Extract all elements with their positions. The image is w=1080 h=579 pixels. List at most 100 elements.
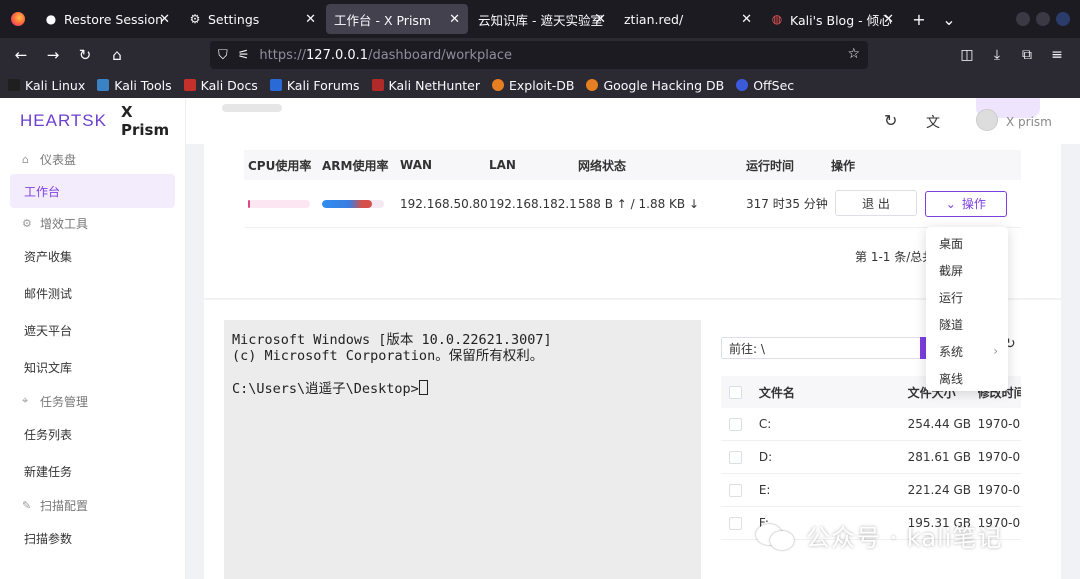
terminal[interactable]: Microsoft Windows [版本 10.0.22621.3007] (… [224, 320, 701, 579]
sidebar-item-knowledge-library[interactable]: 知识文库 [0, 349, 185, 386]
column-header: WAN [400, 158, 433, 172]
row-checkbox[interactable] [729, 450, 742, 464]
tab-settings[interactable]: ⚙ Settings ✕ [180, 4, 324, 34]
bookmarks-bar: Kali Linux Kali Tools Kali Docs Kali For… [0, 72, 1080, 98]
reload-icon[interactable]: ↻ [70, 40, 100, 70]
row-checkbox[interactable] [729, 483, 742, 497]
close-icon[interactable]: ✕ [449, 12, 460, 27]
user-name[interactable]: X prism [1006, 115, 1052, 129]
menu-group-tools[interactable]: ⚙ 增效工具 [0, 208, 185, 238]
close-icon[interactable]: ✕ [159, 12, 170, 27]
kali-docs-icon [183, 79, 196, 91]
sidebar-item-mail-test[interactable]: 邮件测试 [0, 275, 185, 312]
column-header: CPU使用率 [248, 158, 312, 173]
home-icon: ⌂ [22, 152, 29, 166]
firefox-menu-icon[interactable] [0, 0, 36, 38]
file-row[interactable]: C: 254.44 GB 1970-01-01 [721, 408, 1021, 441]
tab-label: Restore Session [64, 11, 164, 27]
bookmark-kali-tools[interactable]: Kali Tools [97, 78, 172, 93]
window-button[interactable] [1036, 12, 1050, 26]
avatar[interactable] [976, 109, 998, 131]
file-row[interactable]: D: 281.61 GB 1970-01-01 [721, 441, 1021, 474]
operations-dropdown-button[interactable]: ⌄ 操作 [924, 190, 1007, 217]
menu-item-desktop[interactable]: 桌面 [926, 230, 1008, 257]
tab-xprism[interactable]: 工作台 - X Prism ✕ [326, 4, 468, 34]
menu-item-offline[interactable]: 离线 [926, 365, 1008, 392]
row-checkbox[interactable] [729, 516, 742, 530]
sidebar-item-scan-params[interactable]: 扫描参数 [0, 520, 185, 557]
back-arrow-icon[interactable]: ← [6, 40, 36, 70]
close-icon[interactable]: ✕ [883, 12, 894, 27]
url-text[interactable]: https://127.0.0.1/dashboard/workplace [259, 48, 512, 63]
table-row[interactable]: 192.168.50.80 192.168.182.1 588 B ↑ / 1.… [244, 180, 1021, 228]
shield-icon[interactable]: ⛉ [218, 48, 228, 63]
home-icon[interactable]: ⌂ [102, 40, 132, 70]
bookmark-offsec[interactable]: OffSec [736, 78, 794, 93]
window-button[interactable] [1016, 12, 1030, 26]
tab-restore-session[interactable]: ● Restore Session ✕ [36, 4, 178, 34]
watermark: 公众号 · kali笔记 [756, 518, 1002, 553]
sidebar-item-workplace[interactable]: 工作台 [10, 174, 175, 208]
select-all-checkbox[interactable] [729, 385, 742, 399]
pocket-icon[interactable]: ◫ [954, 42, 980, 68]
ghdb-icon [586, 79, 599, 91]
sidebar-item-task-list[interactable]: 任务列表 [0, 416, 185, 453]
extensions-icon[interactable]: ⧉ [1014, 42, 1040, 68]
forward-arrow-icon[interactable]: → [38, 40, 68, 70]
file-name[interactable]: D: [759, 450, 908, 464]
file-row[interactable]: E: 221.24 GB 1970-01-01 [721, 474, 1021, 507]
column-header: 操作 [831, 158, 856, 173]
path-input[interactable]: 前往: \ [721, 337, 933, 359]
bookmark-kali-linux[interactable]: Kali Linux [8, 78, 85, 93]
logout-button[interactable]: 退 出 [835, 190, 917, 217]
tab-ztian[interactable]: ztian.red/ ✕ [616, 4, 760, 34]
menu-item-system[interactable]: 系统 › [926, 338, 1008, 365]
tab-list-chevron-icon[interactable]: ⌄ [934, 4, 964, 34]
column-header: 运行时间 [746, 158, 795, 173]
translate-icon[interactable]: 文 [926, 112, 940, 132]
bookmark-kali-nethunter[interactable]: Kali NetHunter [371, 78, 480, 93]
menu-group-tasks[interactable]: ⌖ 任务管理 [0, 386, 185, 416]
close-icon[interactable]: ✕ [741, 12, 752, 27]
menu-item-tunnel[interactable]: 隧道 [926, 311, 1008, 338]
new-tab-icon[interactable]: + [904, 4, 934, 34]
close-icon[interactable]: ✕ [595, 12, 606, 27]
file-name[interactable]: E: [759, 483, 908, 497]
sidebar-item-new-task[interactable]: 新建任务 [0, 453, 185, 490]
window-button[interactable] [1056, 12, 1070, 26]
kali-tools-icon [97, 79, 110, 91]
tab-kali-blog[interactable]: ◍ Kali's Blog - 倾心 ✕ [762, 4, 902, 34]
bookmark-kali-docs[interactable]: Kali Docs [183, 78, 258, 93]
sidebar-item-zhetian-platform[interactable]: 遮天平台 [0, 312, 185, 349]
download-icon[interactable]: ⤓ [984, 42, 1010, 68]
tab-knowledge-base[interactable]: 云知识库 - 遮天实验室 ✕ [470, 4, 614, 34]
sidebar-item-asset-collection[interactable]: 资产收集 [0, 238, 185, 275]
file-table: 文件名 文件大小 修改时间 C: 254.44 GB 1970-01-01 D:… [721, 376, 1021, 540]
app-logo[interactable]: HEARTSK X Prism [0, 98, 185, 144]
tab-label: Kali's Blog - 倾心 [790, 12, 892, 28]
browser-navbar: ← → ↻ ⌂ ⛉ ⚟ https://127.0.0.1/dashboard/… [0, 38, 1080, 72]
bookmark-exploit-db[interactable]: Exploit-DB [492, 78, 574, 93]
menu-item-run[interactable]: 运行 [926, 284, 1008, 311]
bookmark-kali-forums[interactable]: Kali Forums [269, 78, 360, 93]
row-checkbox[interactable] [729, 417, 742, 431]
terminal-line: (c) Microsoft Corporation。保留所有权利。 [232, 348, 544, 364]
close-icon[interactable]: ✕ [305, 12, 316, 27]
breadcrumb-placeholder [222, 104, 282, 112]
browser-tabbar: ● Restore Session ✕ ⚙ Settings ✕ 工作台 - X… [0, 0, 1080, 38]
menu-group-scan-config[interactable]: ✎ 扫描配置 [0, 490, 185, 520]
file-name[interactable]: C: [759, 417, 908, 431]
column-header: ARM使用率 [322, 158, 389, 173]
edit-icon: ✎ [22, 498, 32, 512]
url-bar[interactable]: ⛉ ⚟ https://127.0.0.1/dashboard/workplac… [210, 41, 868, 69]
bookmark-google-hacking-db[interactable]: Google Hacking DB [586, 78, 724, 93]
permissions-icon[interactable]: ⚟ [238, 48, 250, 63]
menu-icon[interactable]: ≡ [1044, 42, 1070, 68]
table-header: CPU使用率 ARM使用率 WAN LAN 网络状态 运行时间 操作 [244, 150, 1021, 180]
tab-label: 云知识库 - 遮天实验室 [478, 12, 603, 28]
refresh-icon[interactable]: ↻ [884, 111, 897, 130]
menu-group-dashboard[interactable]: ⌂ 仪表盘 [0, 144, 185, 174]
lan-cell: 192.168.182.1 [489, 196, 577, 211]
menu-item-screenshot[interactable]: 截屏 [926, 257, 1008, 284]
bookmark-star-icon[interactable]: ☆ [847, 46, 860, 62]
